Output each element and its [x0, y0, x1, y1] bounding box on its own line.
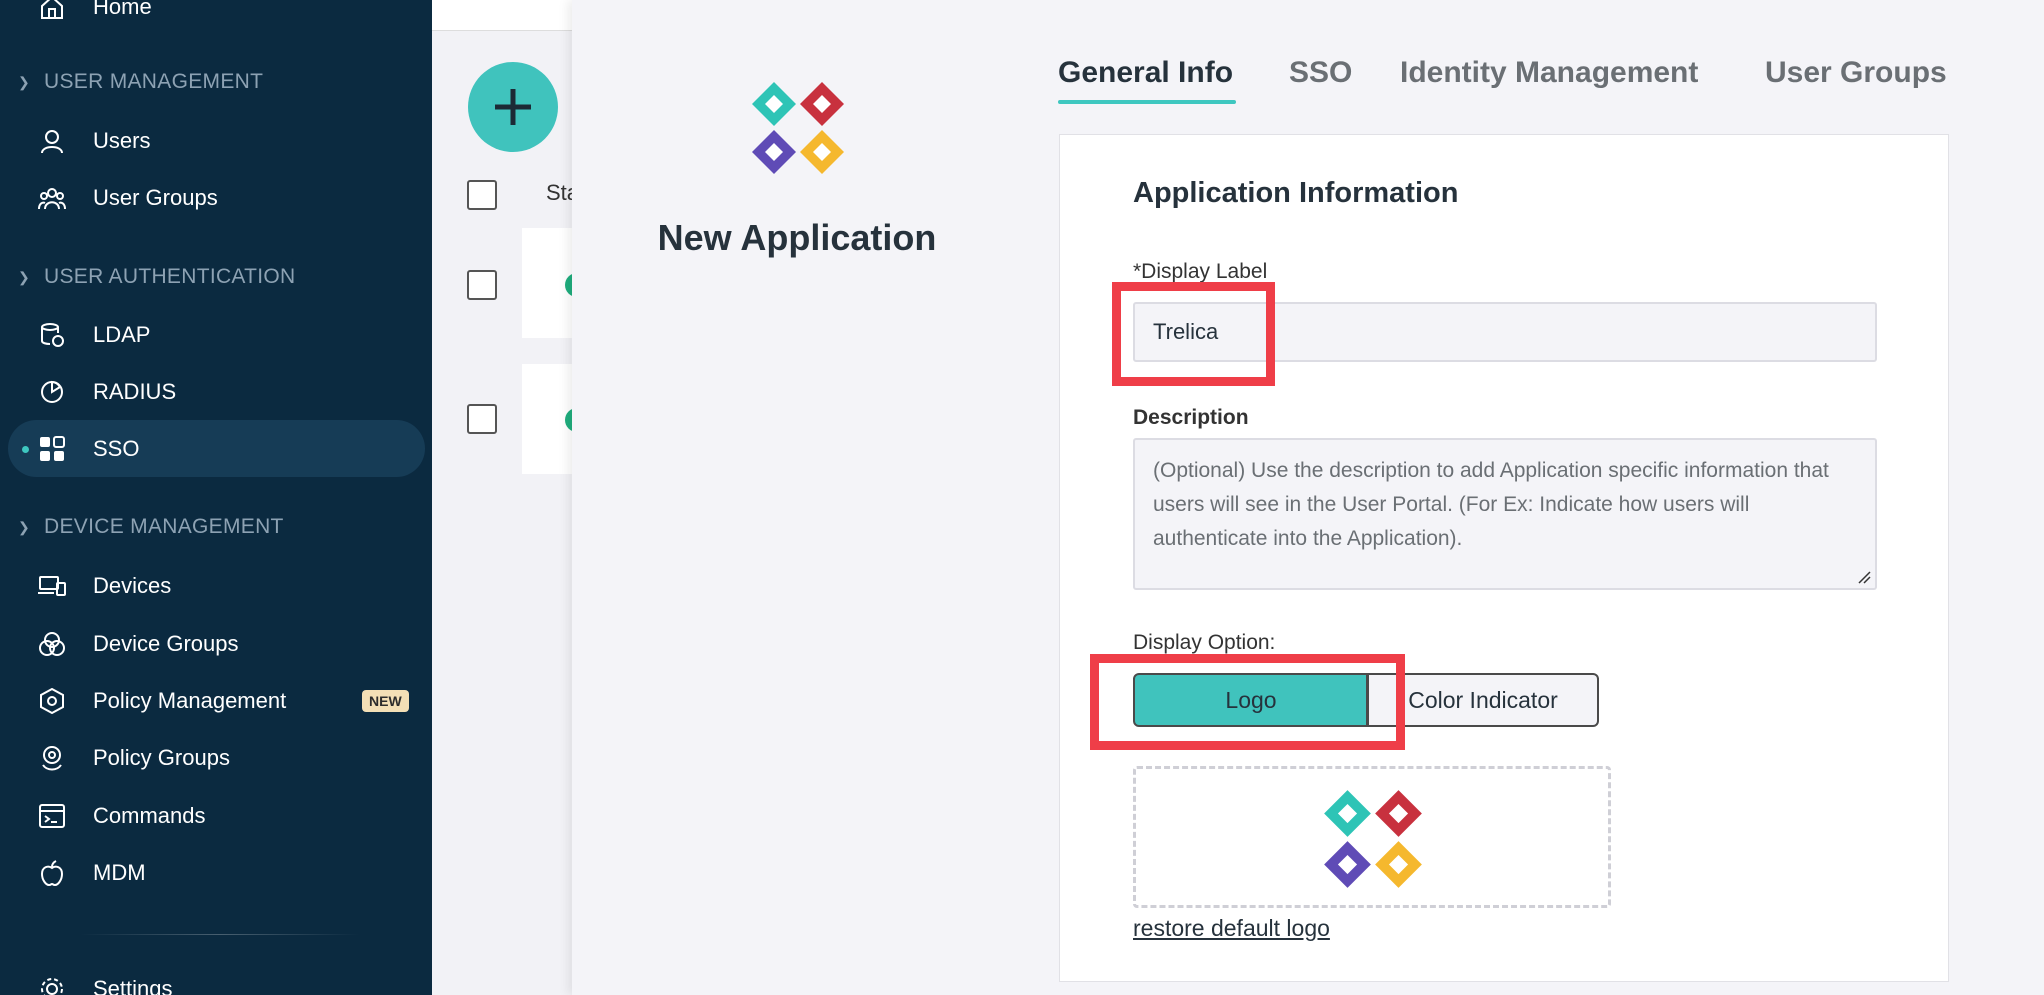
sidebar-item-users[interactable]: Users — [0, 112, 432, 170]
sidebar-item-settings[interactable]: Settings — [0, 960, 432, 995]
sidebar-item-label: User Groups — [93, 185, 218, 210]
description-placeholder: (Optional) Use the description to add Ap… — [1153, 459, 1829, 550]
section-user-authentication[interactable]: ❯ USER AUTHENTICATION — [18, 265, 296, 289]
device-groups-icon — [38, 630, 66, 658]
sidebar-item-commands[interactable]: Commands — [0, 787, 432, 845]
user-icon — [38, 127, 66, 155]
sidebar-item-policy-groups[interactable]: Policy Groups — [0, 729, 432, 787]
list-header-bar — [432, 0, 572, 31]
restore-default-logo-link[interactable]: restore default logo — [1133, 915, 1330, 942]
section-user-management[interactable]: ❯ USER MANAGEMENT — [18, 70, 263, 94]
sidebar-item-label: MDM — [93, 860, 146, 885]
description-textarea[interactable]: (Optional) Use the description to add Ap… — [1133, 438, 1877, 590]
sidebar: Home ❯ USER MANAGEMENT Users User Groups… — [0, 0, 432, 995]
logo-preview-icon — [1324, 790, 1422, 888]
sidebar-item-user-groups[interactable]: User Groups — [0, 169, 432, 227]
sidebar-item-label: RADIUS — [93, 379, 177, 404]
commands-icon — [38, 802, 66, 830]
radius-icon — [38, 378, 66, 406]
display-label-label: *Display Label — [1133, 260, 1268, 283]
plus-icon — [495, 89, 531, 125]
tab-identity-management[interactable]: Identity Management — [1400, 56, 1698, 90]
sidebar-item-home[interactable]: Home — [0, 0, 432, 36]
sidebar-item-label: Devices — [93, 573, 172, 598]
sidebar-item-ldap[interactable]: LDAP — [0, 306, 432, 364]
home-icon — [38, 0, 66, 21]
settings-icon — [38, 975, 66, 995]
row-checkbox[interactable] — [467, 404, 497, 434]
section-label: USER MANAGEMENT — [44, 70, 264, 93]
ldap-icon — [38, 321, 66, 349]
chevron-down-icon: ❯ — [18, 518, 31, 535]
display-option-label: Display Option: — [1133, 631, 1276, 654]
active-tab-underline — [1058, 100, 1236, 104]
logo-teal-tile — [752, 82, 796, 126]
highlight-box-logo-option — [1090, 654, 1405, 750]
row-checkbox[interactable] — [467, 270, 497, 300]
sidebar-item-label: LDAP — [93, 322, 151, 347]
devices-icon — [38, 572, 66, 600]
sso-grid-icon — [38, 435, 66, 463]
sidebar-item-label: Policy Groups — [93, 745, 230, 770]
description-label: Description — [1133, 406, 1249, 429]
sidebar-item-label: Policy Management — [93, 688, 287, 713]
sidebar-item-sso[interactable]: SSO — [0, 420, 432, 478]
sidebar-item-label: Device Groups — [93, 631, 239, 656]
apple-icon — [38, 859, 66, 887]
add-application-button[interactable] — [468, 62, 558, 152]
user-groups-icon — [38, 184, 66, 212]
sidebar-item-mdm[interactable]: MDM — [0, 844, 432, 902]
sidebar-item-device-groups[interactable]: Device Groups — [0, 615, 432, 673]
page-title: New Application — [657, 217, 937, 258]
resize-handle-icon[interactable] — [1857, 570, 1871, 584]
sidebar-item-label: SSO — [93, 436, 140, 461]
tab-user-groups[interactable]: User Groups — [1765, 56, 1947, 90]
policy-groups-icon — [38, 744, 66, 772]
policy-icon — [38, 687, 66, 715]
sidebar-item-label: Settings — [93, 976, 173, 995]
application-logo-icon — [752, 82, 844, 174]
select-all-checkbox[interactable] — [467, 180, 497, 210]
section-title: Application Information — [1133, 177, 1459, 209]
section-device-management[interactable]: ❯ DEVICE MANAGEMENT — [18, 515, 284, 539]
sidebar-item-radius[interactable]: RADIUS — [0, 363, 432, 421]
sidebar-item-label: Commands — [93, 803, 206, 828]
sidebar-divider — [80, 934, 360, 935]
highlight-box-display-label — [1112, 282, 1275, 386]
tab-sso[interactable]: SSO — [1289, 56, 1352, 90]
chevron-down-icon: ❯ — [18, 268, 31, 285]
sidebar-item-label: Home — [93, 0, 152, 19]
sidebar-item-devices[interactable]: Devices — [0, 557, 432, 615]
section-label: DEVICE MANAGEMENT — [44, 515, 284, 538]
section-label: USER AUTHENTICATION — [44, 265, 296, 288]
chevron-down-icon: ❯ — [18, 73, 31, 90]
new-badge: NEW — [362, 690, 409, 712]
sidebar-item-label: Users — [93, 128, 151, 153]
tab-general-info[interactable]: General Info — [1058, 56, 1233, 90]
